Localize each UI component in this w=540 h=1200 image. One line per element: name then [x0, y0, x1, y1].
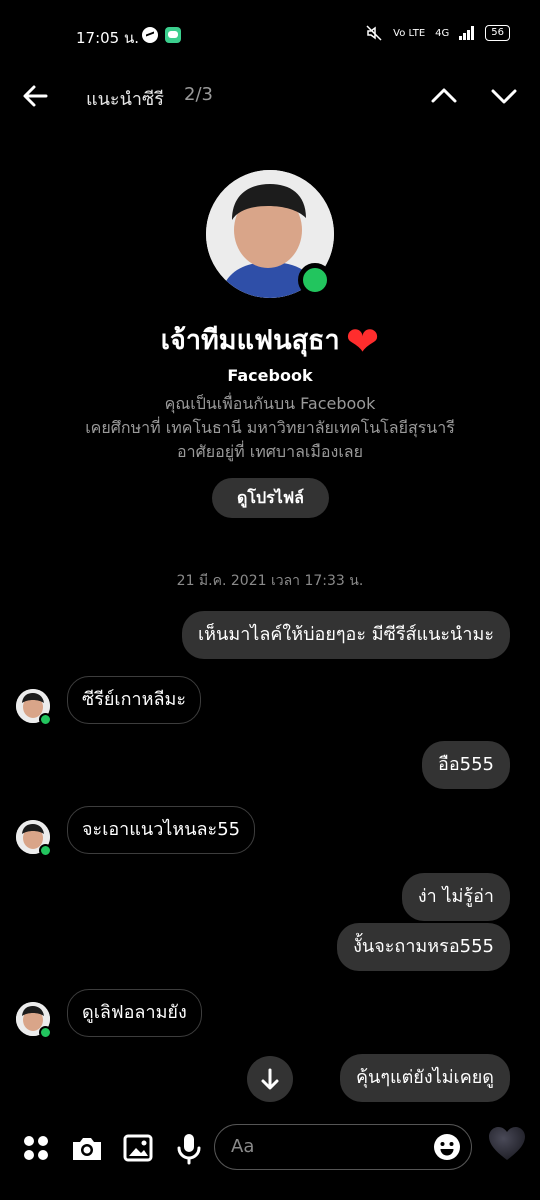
contact-online-dot	[39, 844, 52, 857]
message-bubble-sent[interactable]: ง่า ไม่รู้อ่า	[401, 873, 510, 921]
heart-reaction-icon[interactable]	[487, 1124, 527, 1164]
message-input-placeholder: Aa	[231, 1136, 255, 1157]
profile-name: เจ้าทีมแฟนสุธา	[160, 325, 340, 356]
online-status-dot	[298, 263, 332, 297]
status-indicators: Vo LTE 4G 56	[365, 25, 510, 41]
chevron-down-icon[interactable]	[486, 78, 522, 114]
scroll-to-bottom-button[interactable]	[247, 1056, 293, 1102]
network-label: Vo LTE	[393, 27, 426, 39]
signal-label: 4G	[435, 27, 450, 39]
line-notification-icon	[165, 27, 181, 43]
profile-location: อาศัยอยู่ที่ เทศบาลเมืองเลย	[177, 442, 363, 461]
emoji-icon[interactable]	[433, 1133, 461, 1161]
contact-online-dot	[39, 713, 52, 726]
message-bubble-sent[interactable]: เห็นมาไลค์ให้บ่อยๆอะ มีซีรีส์แนะนำมะ	[182, 611, 510, 659]
status-time: 17:05 น.	[76, 29, 140, 47]
profile-education: เคยศึกษาที่ เทคโนธานี มหาวิทยาลัยเทคโนโล…	[85, 418, 455, 437]
message-bubble-received[interactable]: จะเอาแนวไหนละ55	[67, 806, 256, 854]
search-query[interactable]: แนะนำซีรี	[86, 84, 164, 113]
message-bubble-sent[interactable]: คุ้นๆแต่ยังไม่เคยดู	[340, 1054, 510, 1102]
message-bubble-received[interactable]: ซีรีย์เกาหลีมะ	[67, 676, 202, 724]
status-bar: 17:05 น. Vo LTE 4G 56	[0, 0, 540, 70]
arrow-down-icon	[261, 1068, 279, 1090]
messenger-notification-icon	[142, 27, 158, 43]
more-actions-icon[interactable]	[18, 1130, 54, 1166]
message-composer: Aa	[0, 1120, 540, 1180]
back-arrow-icon[interactable]	[18, 78, 54, 114]
profile-platform: Facebook	[227, 366, 313, 385]
heart-emoji-icon: ❤	[345, 319, 380, 365]
mute-icon	[366, 25, 382, 41]
message-input[interactable]: Aa	[214, 1124, 472, 1170]
message-bubble-sent[interactable]: อือ555	[422, 741, 510, 789]
gallery-icon[interactable]	[120, 1130, 156, 1166]
profile-friend-status: คุณเป็นเพื่อนกันบน Facebook	[164, 394, 376, 413]
battery-indicator: 56	[485, 25, 510, 41]
camera-icon[interactable]	[69, 1130, 105, 1166]
message-timestamp: 21 มี.ค. 2021 เวลา 17:33 น.	[176, 573, 364, 589]
search-header: แนะนำซีรี 2/3	[0, 70, 540, 122]
message-bubble-received[interactable]: ดูเลิฟอลามยัง	[67, 989, 202, 1037]
match-counter: 2/3	[184, 84, 213, 105]
chevron-up-icon[interactable]	[426, 78, 462, 114]
signal-bars-icon	[459, 26, 475, 40]
contact-online-dot	[39, 1026, 52, 1039]
microphone-icon[interactable]	[171, 1130, 207, 1166]
profile-name-row: เจ้าทีมแฟนสุธา ❤	[0, 318, 540, 365]
view-profile-button[interactable]: ดูโปรไฟล์	[212, 478, 329, 518]
message-bubble-sent[interactable]: งั้นจะถามหรอ555	[337, 923, 510, 971]
